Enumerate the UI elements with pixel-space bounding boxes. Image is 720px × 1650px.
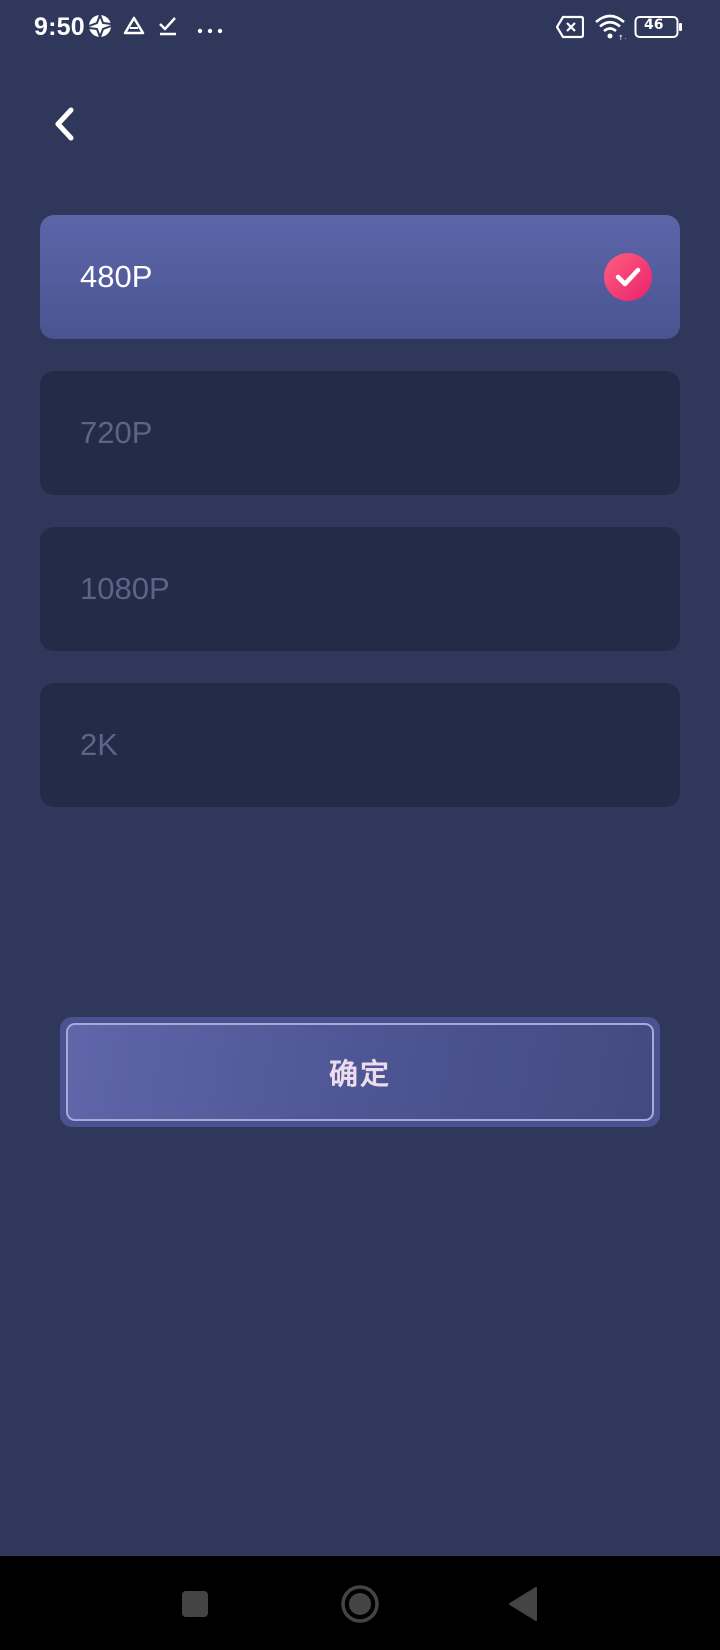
- sim-error-icon: [555, 15, 585, 44]
- confirm-button-frame: 确定: [60, 1017, 660, 1127]
- svg-text:↑↓: ↑↓: [618, 34, 626, 41]
- status-time: 9:50: [34, 13, 85, 41]
- more-dots-icon: [196, 22, 224, 40]
- back-button[interactable]: [44, 100, 84, 152]
- confirm-label: 确定: [328, 1057, 391, 1091]
- drive-icon: [122, 14, 146, 43]
- option-2k[interactable]: 2K: [40, 683, 680, 807]
- chevron-left-icon: [52, 106, 76, 147]
- check-icon: [604, 253, 652, 301]
- option-label: 2K: [80, 727, 118, 762]
- battery-level: 46: [644, 17, 664, 33]
- recents-square-icon[interactable]: [181, 1590, 209, 1623]
- aperture-icon: [88, 14, 112, 43]
- home-circle-icon[interactable]: [340, 1584, 380, 1629]
- option-label: 1080P: [80, 571, 170, 606]
- download-done-icon: [156, 14, 180, 43]
- option-1080p[interactable]: 1080P: [40, 527, 680, 651]
- back-triangle-icon[interactable]: [508, 1586, 538, 1627]
- option-480p[interactable]: 480P: [40, 215, 680, 339]
- wifi-icon: ↑↓: [594, 13, 630, 46]
- navigation-bar: [0, 1556, 720, 1650]
- option-720p[interactable]: 720P: [40, 371, 680, 495]
- status-bar: 9:50 ↑ 46: [0, 0, 720, 56]
- option-label: 480P: [80, 259, 153, 294]
- confirm-button[interactable]: 确定: [66, 1023, 654, 1121]
- option-label: 720P: [80, 415, 153, 450]
